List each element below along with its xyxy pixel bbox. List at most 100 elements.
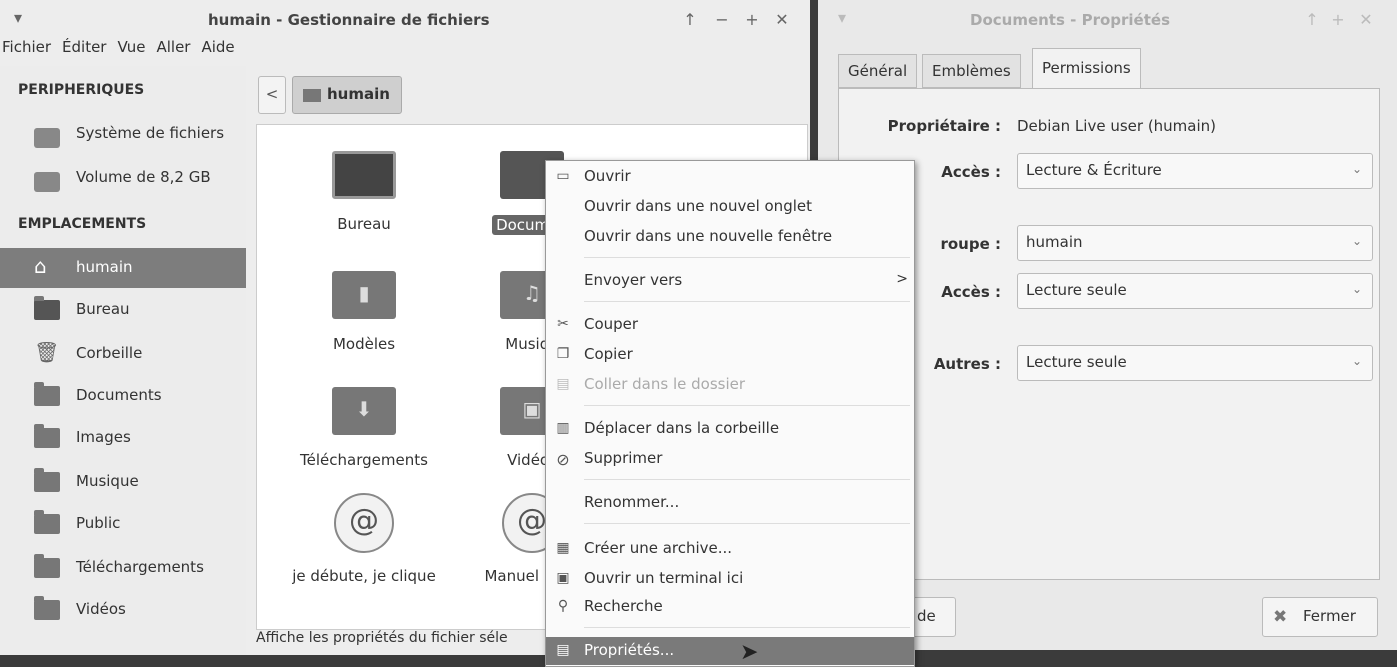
menu-vue[interactable]: Vue [117,38,145,56]
back-button[interactable]: < [258,76,286,114]
menu-separator [584,627,910,628]
window-menu-icon[interactable]: ▾ [832,8,852,27]
sidebar-item-videos[interactable]: Vidéos [0,590,246,630]
sidebar-item-filesystem[interactable]: Système de fichiers [0,114,246,154]
file-item-bureau[interactable]: Bureau [279,151,449,233]
permissions-panel: Propriétaire : Debian Live user (humain)… [838,88,1380,580]
path-button-humain[interactable]: humain [292,76,402,114]
sidebar-item-label: Musique [76,472,139,490]
sidebar-item-label: Public [76,514,121,532]
folder-icon [34,382,60,406]
menu-editer[interactable]: Éditer [62,38,106,56]
combo-value: Lecture seule [1026,353,1127,371]
keep-above-icon[interactable]: ↑ [680,10,700,29]
file-item-modeles[interactable]: ▮ Modèles [279,271,449,353]
menu-fichier[interactable]: Fichier [2,38,51,56]
sidebar-item-label: Documents [76,386,162,404]
menu-item-ouvrir[interactable]: ▭ Ouvrir [546,163,914,191]
sidebar-item-telechargements[interactable]: Téléchargements [0,548,246,588]
menu-bar: Fichier Éditer Vue Aller Aide [0,38,235,64]
menu-item-delete[interactable]: ⊘ Supprimer [546,445,914,473]
menu-item-cut[interactable]: ✂ Couper [546,311,914,339]
menu-item-label: Couper [584,315,639,333]
menu-item-search[interactable]: ⚲ Recherche [546,593,914,621]
terminal-icon: ▣ [556,570,570,586]
sidebar-item-humain[interactable]: ⌂ humain [0,248,246,288]
close-button-label: Fermer [1303,607,1356,625]
chevron-down-icon: ⌄ [1351,162,1362,176]
places-header: EMPLACEMENTS [18,216,147,232]
menu-item-label: Créer une archive... [584,539,733,557]
sidebar-item-label: Téléchargements [76,558,204,576]
properties-icon: ▤ [556,642,570,658]
file-item-telechargements[interactable]: ⬇ Téléchargements [279,387,449,469]
file-label: Modèles [332,335,396,353]
menu-aide[interactable]: Aide [201,38,234,56]
menu-separator [584,257,910,258]
drive-icon [34,128,60,148]
menu-aller[interactable]: Aller [156,38,190,56]
title-bar: ▾ Documents - Propriétés ↑ + ✕ [818,0,1397,40]
status-bar: Affiche les propriétés du fichier séle [256,630,508,646]
owner-access-select[interactable]: Lecture & Écriture ⌄ [1017,153,1373,189]
tab-general[interactable]: Général [838,54,918,88]
chevron-down-icon: ⌄ [1351,282,1362,296]
others-access-select[interactable]: Lecture seule ⌄ [1017,345,1373,381]
menu-item-label: Envoyer vers [584,271,683,289]
maximize-icon[interactable]: + [1328,10,1348,29]
sidebar-item-bureau[interactable]: Bureau [0,290,246,330]
menu-item-create-archive[interactable]: ▦ Créer une archive... [546,535,914,563]
combo-value: Lecture & Écriture [1026,161,1162,179]
devices-header: PERIPHERIQUES [18,82,145,98]
menu-item-label: Supprimer [584,449,663,467]
menu-item-open-new-tab[interactable]: Ouvrir dans une nouvel onglet [546,193,914,221]
menu-item-copy[interactable]: ❐ Copier [546,341,914,369]
maximize-icon[interactable]: + [742,10,762,29]
sidebar-item-musique[interactable]: Musique [0,462,246,502]
folder-public-icon [34,510,60,534]
sidebar-item-volume[interactable]: Volume de 8,2 GB [0,158,246,198]
owner-value: Debian Live user (humain) [1017,117,1217,135]
menu-item-send-to[interactable]: Envoyer vers > [546,267,914,295]
sidebar-item-label: Volume de 8,2 GB [76,168,211,186]
file-item-je-debute[interactable]: je débute, je clique [279,493,449,585]
sidebar-item-corbeille[interactable]: 🗑 Corbeille [0,334,246,374]
trash-icon: 🗑 [34,340,60,364]
tab-emblemes[interactable]: Emblèmes [922,54,1021,88]
mouse-pointer-icon: ➤ [740,640,759,665]
menu-item-label: Propriétés... [584,641,675,659]
menu-item-rename[interactable]: Renommer... [546,489,914,517]
menu-item-label: Ouvrir [584,167,631,185]
menu-item-label: Déplacer dans la corbeille [584,419,780,437]
close-icon[interactable]: ✕ [772,10,792,29]
sidebar-item-public[interactable]: Public [0,504,246,544]
copy-icon: ❐ [556,346,570,362]
group-access-select[interactable]: Lecture seule ⌄ [1017,273,1373,309]
chevron-down-icon: ⌄ [1351,354,1362,368]
archive-icon: ▦ [556,540,570,556]
desktop-icon [332,151,396,199]
context-menu: ▭ Ouvrir Ouvrir dans une nouvel onglet O… [545,160,915,667]
menu-item-open-terminal[interactable]: ▣ Ouvrir un terminal ici [546,565,914,593]
sidebar-item-images[interactable]: Images [0,418,246,458]
sidebar-item-documents[interactable]: Documents [0,376,246,416]
menu-item-paste[interactable]: ▤ Coller dans le dossier [546,371,914,399]
path-label: humain [327,85,390,103]
menu-item-move-to-trash[interactable]: ▥ Déplacer dans la corbeille [546,415,914,443]
keep-above-icon[interactable]: ↑ [1302,10,1322,29]
trash-icon: ▥ [556,420,570,436]
minimize-icon[interactable]: − [712,10,732,29]
close-button[interactable]: ✖ Fermer [1262,597,1378,637]
folder-download-icon: ⬇ [332,387,396,435]
sidebar-item-label: Système de fichiers [76,124,225,142]
group-select[interactable]: humain ⌄ [1017,225,1373,261]
menu-item-open-new-window[interactable]: Ouvrir dans une nouvelle fenêtre [546,223,914,251]
help-button-label: de [917,607,936,625]
menu-item-properties[interactable]: ▤ Propriétés... [546,637,914,665]
menu-separator [584,523,910,524]
close-icon[interactable]: ✕ [1356,10,1376,29]
window-menu-icon[interactable]: ▾ [8,8,28,27]
tab-permissions[interactable]: Permissions [1032,48,1141,88]
submenu-arrow-icon: > [896,271,908,287]
folder-pictures-icon [34,424,60,448]
